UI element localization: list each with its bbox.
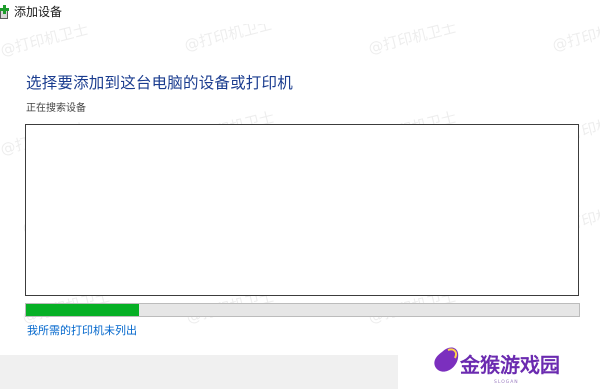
title-bar[interactable]: 添加设备 bbox=[0, 0, 600, 24]
logo-text: 金猴游戏园 bbox=[459, 353, 560, 377]
search-progress-fill bbox=[26, 304, 140, 316]
device-list[interactable] bbox=[25, 124, 579, 296]
site-logo: 金猴游戏园 SLOGAN bbox=[398, 338, 600, 389]
search-status-text: 正在搜索设备 bbox=[26, 103, 86, 114]
printer-not-listed-link[interactable]: 我所需的打印机未列出 bbox=[27, 322, 137, 338]
add-device-icon bbox=[0, 4, 10, 19]
logo-slogan: SLOGAN bbox=[494, 379, 519, 385]
add-device-window: @打印机卫士 @打印机卫士 @打印机卫士 @打印机卫士 @打印机卫士 @打印机卫… bbox=[0, 0, 600, 389]
window-title: 添加设备 bbox=[14, 5, 63, 19]
search-progress-bar bbox=[25, 303, 580, 317]
page-heading: 选择要添加到这台电脑的设备或打印机 bbox=[26, 74, 293, 92]
watermark: @打印机卫士 bbox=[0, 20, 91, 60]
